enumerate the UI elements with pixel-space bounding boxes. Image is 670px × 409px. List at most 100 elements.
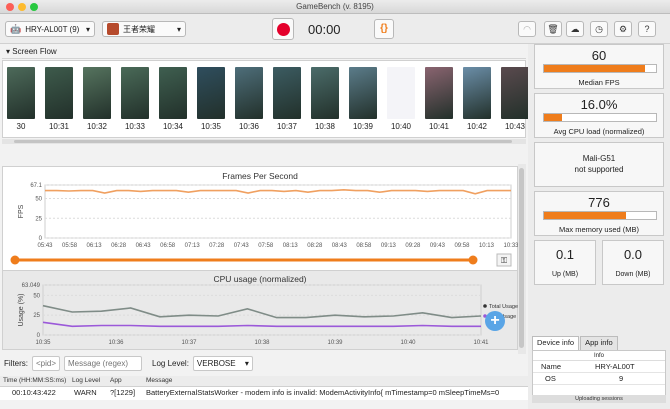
screen-thumbnail-time: 10:33 [124,122,146,131]
json-export-button[interactable]: {} [374,19,394,39]
legend-total-label: Total Usage [489,304,518,310]
log-table-header: Time (HH:MM:SS:ms) Log Level App Message [0,376,528,387]
screen-thumbnail[interactable] [349,67,377,119]
x-tick-label: 05:58 [62,243,78,249]
log-level-label: Log Level: [152,358,189,368]
tab-app-info[interactable]: App info [580,336,618,350]
screen-thumbnail[interactable] [83,67,111,119]
screen-thumbnail[interactable] [273,67,301,119]
memory-bar [543,211,657,220]
record-button[interactable] [272,18,294,40]
memory-label: Max memory used (MB) [558,225,639,234]
device-info-header: Info [533,351,665,361]
x-tick-label: 10:41 [473,340,489,346]
device-info-table: Info Name HRY-AL00T OS 9 [532,350,666,400]
log-col-app: App [110,377,122,384]
median-fps-value: 60 [591,48,607,63]
settings-icon[interactable]: ⚙ [614,21,632,37]
x-tick-label: 10:33 [503,243,519,249]
y-tick-label: 0 [37,333,41,339]
x-tick-label: 05:43 [37,243,53,249]
legend-total-marker [483,304,487,308]
screen-thumbnail[interactable] [121,67,149,119]
left-pane: ▾ Screen Flow 30 10:31 10:32 10:33 10:34 10:3… [0,44,529,409]
close-window-button[interactable] [6,3,14,11]
y-axis-label: FPS [18,204,25,218]
screen-flow-scrollbar[interactable] [2,139,526,144]
pid-filter-input[interactable] [32,355,60,371]
screen-thumbnail[interactable] [159,67,187,119]
chart-vertical-scrollbar[interactable] [518,164,526,354]
app-selector[interactable]: 王者荣耀 ▾ [102,21,186,37]
screen-thumbnail[interactable] [501,67,529,119]
screen-flow-title: Screen Flow [12,47,57,56]
table-row: OS 9 [533,373,665,385]
cpu-load-label: Avg CPU load (normalized) [553,127,645,136]
minimize-window-button[interactable] [18,3,26,11]
gpu-status: not supported [574,165,624,174]
window-titlebar: GameBench (v. 8195) [0,0,670,14]
median-fps-card: 60 Median FPS [534,44,664,89]
screen-thumbnail[interactable] [311,67,339,119]
log-row[interactable]: 00:10:43:422 WARN ?[1229] BatteryExterna… [0,387,528,400]
cpu-load-value: 16.0% [580,97,618,112]
cpu-chart-svg: 63.049 50 25 010:35 10:36 10:37 10:38 10:39 10:4… [18,283,518,346]
screen-thumbnail[interactable] [7,67,35,119]
log-level-select[interactable]: VERBOSE ▾ [192,355,253,371]
y-tick-label: 25 [33,313,40,319]
tab-device-info[interactable]: Device info [532,336,580,350]
add-marker-button[interactable]: + [485,311,505,331]
upload-label: Up (MB) [551,271,579,278]
screen-thumbnail[interactable] [463,67,491,119]
gpu-name: Mali-G51 [582,154,616,163]
time-range-end-handle [468,255,478,265]
log-filter-bar: Filters: Log Level: VERBOSE ▾ [0,352,528,374]
cpu-load-bar [543,113,657,122]
x-tick-label: 06:13 [87,243,103,249]
info-tabs: Device info App info [532,336,618,350]
median-fps-bar [543,64,657,73]
lock-icon: ⚿ [501,256,507,265]
upload-status: Uploading sessions [532,395,666,403]
x-tick-label: 07:13 [185,243,201,249]
x-tick-label: 09:13 [381,243,397,249]
device-info-value: 9 [619,374,624,383]
cpu-load-card: 16.0% Avg CPU load (normalized) [534,93,664,138]
maximize-window-button[interactable] [30,3,38,11]
help-icon[interactable]: ? [638,21,656,37]
y-tick-label: 0 [39,236,43,242]
memory-value: 776 [588,195,610,210]
screen-thumbnail[interactable] [197,67,225,119]
trash-icon[interactable]: 🗑 [544,21,562,37]
time-range-start-handle [10,255,20,265]
x-tick-label: 06:28 [111,243,127,249]
message-filter-input[interactable] [64,355,142,371]
gpu-card: Mali-G51 not supported [534,142,664,187]
x-tick-label: 09:58 [454,243,470,249]
y-tick-label: 63.049 [22,283,41,289]
x-tick-label: 10:13 [479,243,495,249]
log-level: WARN [74,388,97,397]
x-tick-label: 10:39 [327,340,343,346]
screen-thumbnail[interactable] [45,67,73,119]
cloud-upload-icon[interactable]: ☁ [566,21,584,37]
x-tick-label: 08:28 [307,243,323,249]
metrics-pane: 60 Median FPS 16.0% Avg CPU load (normal… [528,44,670,409]
x-tick-label: 08:58 [356,243,372,249]
record-icon [277,23,290,36]
screen-thumbnail[interactable] [425,67,453,119]
history-icon[interactable]: ◷ [590,21,608,37]
screen-thumbnail-time: 10:42 [466,122,488,131]
wifi-icon[interactable]: ◠ [518,21,536,37]
x-tick-label: 07:58 [258,243,274,249]
device-selector[interactable]: 🤖 HRY-AL00T (9) ▾ [5,21,95,37]
screen-thumbnail[interactable] [235,67,263,119]
download-label: Down (MB) [615,271,651,278]
table-row: Name HRY-AL00T [533,361,665,373]
plot-area [44,184,512,239]
download-value: 0.0 [623,247,643,262]
screen-thumbnail[interactable] [387,67,415,119]
chevron-down-icon: ▾ [85,24,90,34]
x-tick-label: 09:28 [405,243,421,249]
screen-flow-header[interactable]: ▾ Screen Flow [2,45,526,59]
